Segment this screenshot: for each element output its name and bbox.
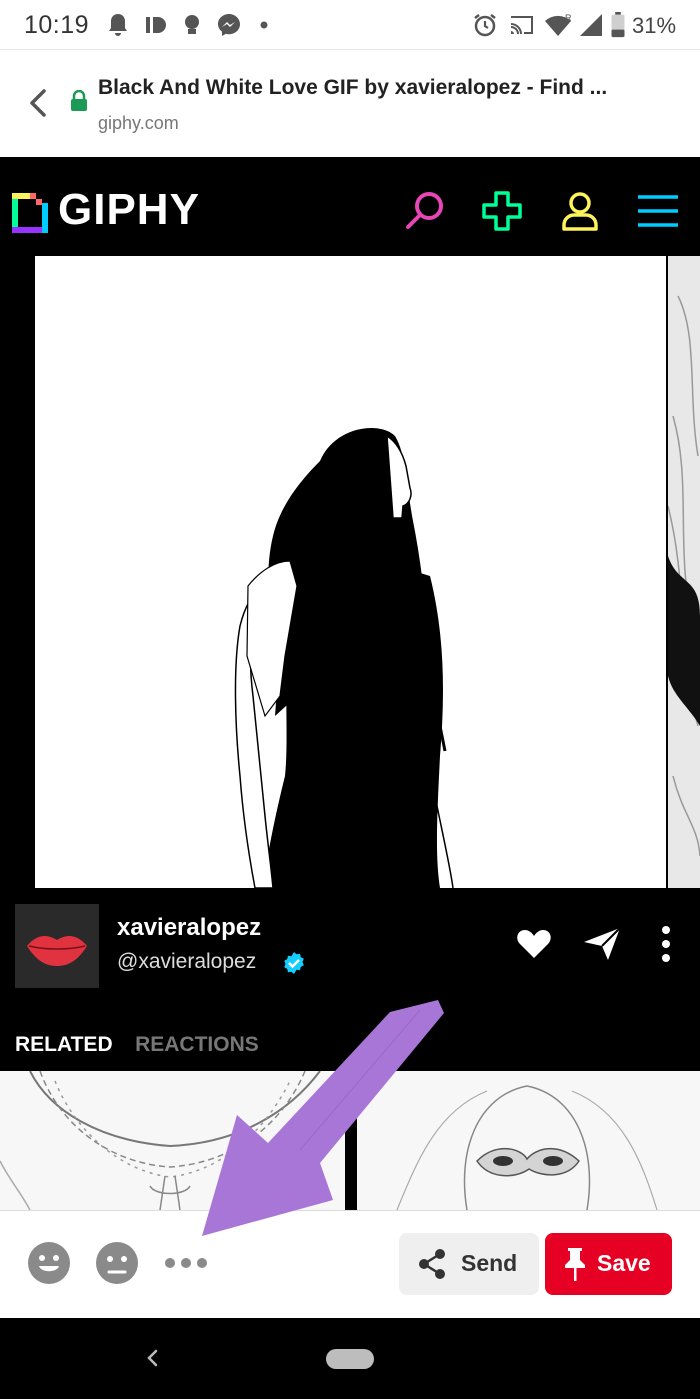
share-nodes-icon bbox=[419, 1249, 445, 1279]
creator-name[interactable]: xavieralopez bbox=[117, 914, 261, 942]
giphy-header: GIPHY bbox=[0, 157, 700, 257]
svg-text:R: R bbox=[565, 13, 572, 23]
send-label: Send bbox=[461, 1250, 518, 1276]
plus-icon[interactable] bbox=[480, 189, 524, 233]
status-time: 10:19 bbox=[24, 11, 90, 39]
status-bar: 10:19 R 31% bbox=[0, 0, 700, 50]
pinterest-share-bar: Send Save bbox=[0, 1210, 700, 1318]
creator-handle[interactable]: @xavieralopez bbox=[117, 950, 256, 974]
next-gif-sketch bbox=[668, 256, 700, 888]
nav-back-icon[interactable] bbox=[140, 1343, 164, 1373]
more-vertical-icon[interactable] bbox=[646, 924, 686, 964]
giphy-logo-icon[interactable] bbox=[12, 189, 48, 233]
avatar[interactable] bbox=[15, 904, 99, 988]
giphy-logo-text[interactable]: GIPHY bbox=[58, 185, 200, 235]
next-gif-preview[interactable] bbox=[668, 256, 700, 888]
menu-icon[interactable] bbox=[636, 189, 680, 233]
giphy-page: GIPHY xavieralopez @xavieralopez RELATED… bbox=[0, 157, 700, 1210]
id-app-icon bbox=[146, 17, 166, 33]
masked-woman-sketch bbox=[357, 1071, 700, 1210]
heart-icon[interactable] bbox=[514, 924, 554, 964]
save-button[interactable]: Save bbox=[545, 1233, 672, 1295]
messenger-icon bbox=[218, 14, 240, 36]
related-gif-masked-woman[interactable] bbox=[357, 1071, 700, 1210]
save-label: Save bbox=[597, 1250, 651, 1276]
alarm-icon bbox=[474, 14, 496, 37]
woman-silhouette-illustration bbox=[35, 256, 666, 888]
secure-lock-icon bbox=[71, 90, 87, 111]
pushpin-icon bbox=[565, 1248, 585, 1281]
tab-related[interactable]: RELATED bbox=[15, 1033, 113, 1056]
related-gif-necklace[interactable] bbox=[0, 1071, 345, 1210]
search-icon[interactable] bbox=[402, 189, 446, 233]
more-options-icon[interactable] bbox=[164, 1251, 208, 1275]
battery-icon bbox=[611, 12, 625, 38]
lips-avatar-icon bbox=[27, 936, 87, 966]
nav-home-pill[interactable] bbox=[326, 1349, 374, 1369]
cast-icon bbox=[511, 16, 533, 34]
share-paper-plane-icon[interactable] bbox=[582, 924, 622, 964]
phone-screen: 10:19 R 31% Black And White Love GIF by … bbox=[0, 0, 700, 1399]
page-domain: giphy.com bbox=[98, 113, 179, 133]
system-nav-bar bbox=[0, 1318, 700, 1399]
gif-tabs: RELATED REACTIONS bbox=[15, 1033, 277, 1063]
related-gifs-grid bbox=[0, 1071, 700, 1210]
smiley-face-icon[interactable] bbox=[27, 1241, 71, 1285]
gif-image[interactable] bbox=[35, 256, 666, 888]
verified-badge-icon bbox=[284, 952, 304, 974]
battery-percent: 31% bbox=[632, 13, 677, 38]
creator-row: xavieralopez @xavieralopez bbox=[0, 902, 700, 992]
back-arrow-icon[interactable] bbox=[22, 85, 58, 121]
send-button[interactable]: Send bbox=[399, 1233, 539, 1295]
tab-reactions[interactable]: REACTIONS bbox=[135, 1033, 259, 1056]
custom-tab-toolbar: Black And White Love GIF by xavieralopez… bbox=[0, 51, 700, 157]
cell-signal-icon bbox=[580, 14, 602, 36]
wifi-icon: R bbox=[545, 13, 572, 36]
user-icon[interactable] bbox=[558, 189, 602, 233]
necklace-sketch bbox=[0, 1071, 345, 1210]
lightbulb-icon bbox=[185, 15, 199, 34]
sad-face-icon[interactable] bbox=[95, 1241, 139, 1285]
page-title: Black And White Love GIF by xavieralopez… bbox=[98, 76, 608, 99]
notification-bell-icon bbox=[109, 14, 127, 36]
more-notifications-dot-icon bbox=[260, 21, 268, 29]
